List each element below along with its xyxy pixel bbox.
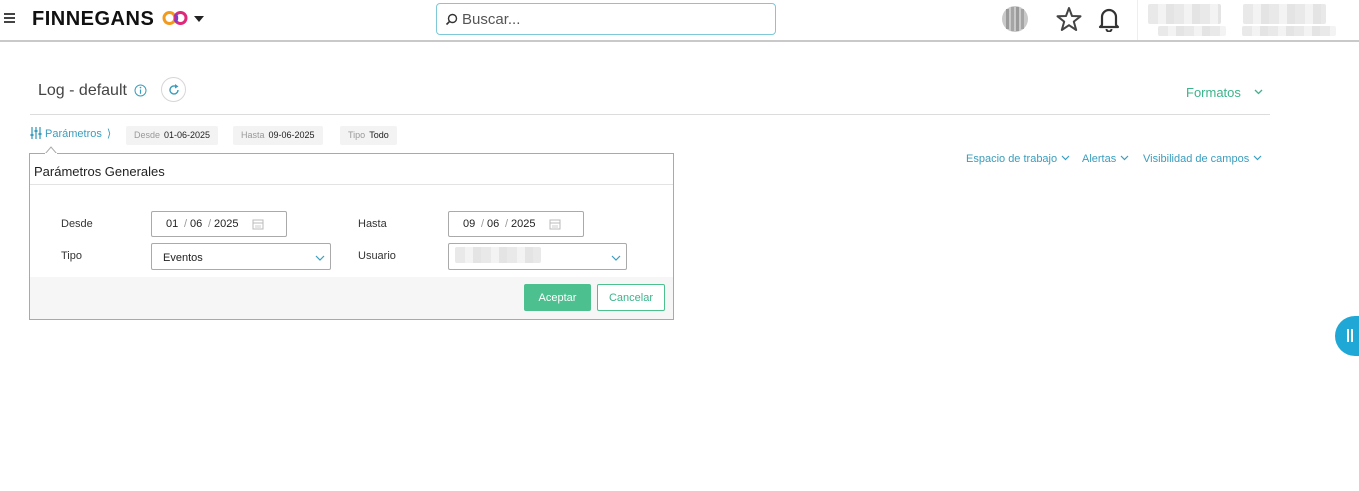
date-separator: / (505, 218, 509, 230)
star-icon[interactable] (1056, 6, 1082, 32)
chevron-down-icon (1061, 155, 1070, 161)
date-separator: / (481, 218, 485, 230)
visibilidad-label: Visibilidad de campos (1143, 153, 1250, 165)
chip-desde: Desde 01-06-2025 (126, 126, 219, 145)
refresh-icon (169, 84, 179, 95)
handle-grip-icon (1347, 329, 1349, 342)
chevron-down-icon[interactable] (1254, 89, 1263, 95)
desde-day[interactable]: 01 (166, 218, 178, 230)
desde-label: Desde (61, 218, 93, 230)
chip-value: 09-06-2025 (268, 130, 315, 140)
chevron-down-icon (1253, 155, 1262, 161)
hasta-label: Hasta (358, 218, 387, 230)
parametros-toggle[interactable]: Parámetros ⟩ (30, 127, 111, 140)
chip-key: Desde (134, 130, 161, 140)
chip-value: 01-06-2025 (164, 130, 211, 140)
hasta-year[interactable]: 2025 (511, 218, 535, 230)
parametros-label: Parámetros (45, 128, 102, 140)
espacio-label: Espacio de trabajo (966, 153, 1058, 165)
calendar-icon[interactable] (549, 218, 561, 230)
brand-dropdown-icon[interactable] (194, 16, 204, 22)
panel-footer: Aceptar Cancelar (30, 277, 673, 319)
page-title: Log - default (38, 82, 127, 99)
hasta-day[interactable]: 09 (463, 218, 475, 230)
bell-icon[interactable] (1098, 6, 1120, 32)
alertas-label: Alertas (1082, 153, 1117, 165)
side-panel-handle[interactable] (1335, 316, 1359, 356)
sliders-icon (30, 127, 42, 139)
app-launcher-icon[interactable] (1000, 5, 1030, 33)
chevron-down-icon (315, 255, 325, 261)
calendar-icon[interactable] (252, 218, 264, 230)
tipo-select[interactable]: Eventos (151, 243, 331, 270)
aceptar-button[interactable]: Aceptar (524, 284, 591, 311)
top-bar: FINNEGANS (0, 0, 1359, 42)
blurred-user-name[interactable] (1243, 4, 1326, 24)
chevron-right-icon: ⟩ (106, 128, 112, 140)
search-icon (445, 13, 458, 26)
search-box[interactable] (436, 3, 776, 35)
desde-year[interactable]: 2025 (214, 218, 238, 230)
refresh-button[interactable] (161, 77, 186, 102)
blurred-user-value (455, 247, 541, 263)
hasta-month[interactable]: 06 (487, 218, 499, 230)
visibilidad-menu[interactable]: Visibilidad de campos (1143, 153, 1262, 165)
chevron-down-icon (611, 255, 621, 261)
chip-tipo: Tipo Todo (340, 126, 397, 145)
chip-key: Hasta (241, 130, 265, 140)
panel-pointer (45, 146, 57, 154)
divider (30, 114, 1270, 115)
date-separator: / (184, 218, 188, 230)
hasta-date-input[interactable]: 09 / 06 / 2025 (448, 211, 584, 237)
brand-logo-icon (162, 11, 188, 25)
divider (30, 184, 673, 185)
formatos-menu[interactable]: Formatos (1186, 85, 1241, 100)
parametros-panel: Parámetros Generales Desde 01 / 06 / 202… (29, 153, 674, 320)
chevron-down-icon (1120, 155, 1129, 161)
usuario-select[interactable] (448, 243, 627, 270)
chip-key: Tipo (348, 130, 366, 140)
date-separator: / (208, 218, 212, 230)
brand-name[interactable]: FINNEGANS (32, 8, 154, 31)
menu-icon[interactable] (4, 13, 15, 23)
chip-hasta: Hasta 09-06-2025 (233, 126, 323, 145)
usuario-label: Usuario (358, 250, 396, 262)
espacio-de-trabajo-menu[interactable]: Espacio de trabajo (966, 153, 1070, 165)
tipo-label: Tipo (61, 250, 82, 262)
desde-month[interactable]: 06 (190, 218, 202, 230)
blurred-user-sub (1242, 26, 1336, 36)
cancelar-button[interactable]: Cancelar (597, 284, 665, 311)
tipo-value: Eventos (163, 252, 203, 264)
divider (1137, 0, 1138, 40)
handle-grip-icon (1351, 329, 1353, 342)
blurred-company-sub (1158, 26, 1226, 36)
panel-title: Parámetros Generales (34, 164, 165, 179)
search-input[interactable] (462, 9, 762, 29)
alertas-menu[interactable]: Alertas (1082, 153, 1129, 165)
blurred-company-name (1148, 4, 1221, 24)
chip-value: Todo (369, 130, 389, 140)
info-icon[interactable] (134, 84, 147, 97)
desde-date-input[interactable]: 01 / 06 / 2025 (151, 211, 287, 237)
